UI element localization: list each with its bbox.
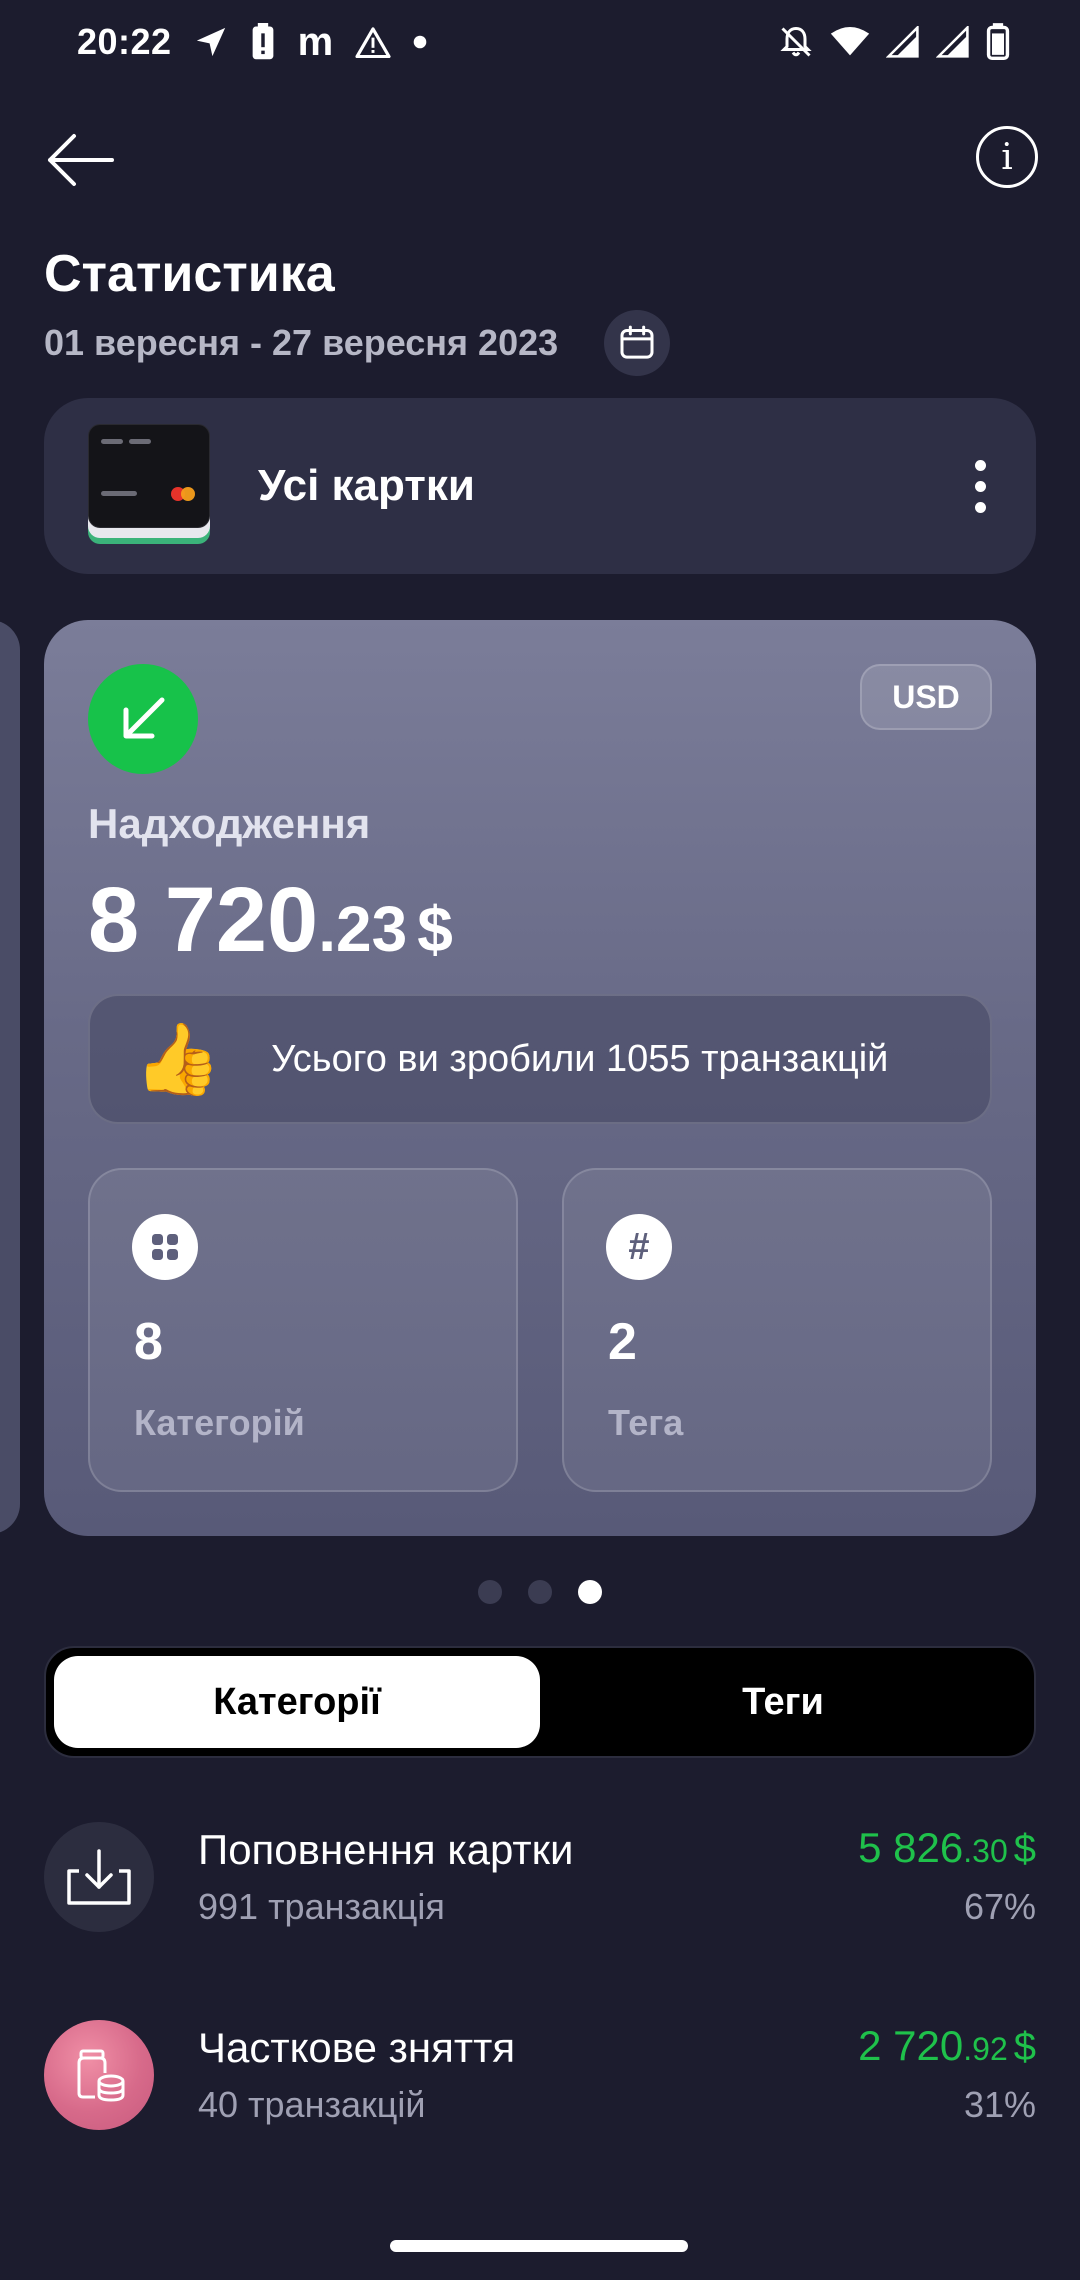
list-item-title: Поповнення картки (198, 1826, 574, 1873)
info-icon: i (1001, 136, 1013, 178)
pager-dot[interactable] (528, 1580, 552, 1604)
carousel-pager (0, 1580, 1080, 1604)
categories-label: Категорій (134, 1402, 305, 1443)
dot-icon (413, 35, 427, 49)
income-amount-decimal: .23 (318, 893, 408, 965)
list-item-amount-integer: 2 720 (858, 2022, 964, 2069)
pager-dot-active[interactable] (578, 1580, 602, 1604)
income-stat-card[interactable]: USD Надходження 8 720.23 $ 👍 Усього ви зр… (44, 620, 1036, 1536)
piggy-jar-icon (44, 2020, 154, 2130)
list-item-percent: 31% (963, 2084, 1036, 2125)
thumbs-up-icon: 👍 (134, 1020, 222, 1098)
hashtag-icon: # (606, 1214, 672, 1280)
pager-dot[interactable] (478, 1580, 502, 1604)
status-bar: 20:22 m (0, 0, 1080, 84)
currency-badge[interactable]: USD (860, 664, 992, 730)
back-button[interactable] (40, 120, 120, 200)
transactions-text: Усього ви зробили 1055 транзакцій (271, 1037, 889, 1080)
previous-stat-card[interactable] (0, 620, 20, 1534)
tab-tags[interactable]: Теги (540, 1656, 1026, 1748)
date-range: 01 вересня - 27 вересня 2023 (44, 322, 559, 363)
list-item[interactable]: Поповнення картки 991 транзакція 5 826.3… (44, 1822, 1036, 1934)
calendar-icon (620, 325, 654, 359)
battery-icon (986, 23, 1010, 61)
signal-icon (886, 26, 920, 58)
list-item-amount-currency: $ (1013, 1827, 1036, 1871)
info-button[interactable]: i (976, 126, 1038, 188)
m-icon: m (297, 19, 334, 64)
income-label: Надходження (88, 800, 371, 847)
list-item[interactable]: Часткове зняття 40 транзакцій 2 720.92 $ … (44, 2020, 1036, 2132)
income-amount-integer: 8 720 (88, 869, 319, 971)
tags-count: 2 (608, 1313, 637, 1371)
notifications-off-icon (778, 24, 814, 60)
home-indicator[interactable] (390, 2240, 688, 2252)
card-selector[interactable]: Усі картки (44, 398, 1036, 574)
wifi-icon (830, 26, 870, 58)
arrow-left-icon (48, 134, 114, 186)
list-item-amount-decimal: .30 (963, 1833, 1008, 1869)
list-item-subtitle: 40 транзакцій (198, 2084, 426, 2125)
list-item-subtitle: 991 транзакція (198, 1886, 445, 1927)
list-item-amount-decimal: .92 (963, 2031, 1008, 2067)
arrow-down-left-icon (88, 664, 198, 774)
hashtag-glyph: # (628, 1225, 650, 1268)
signal-icon (936, 26, 970, 58)
more-dot (974, 501, 986, 513)
list-item-amount: 2 720.92 $ (858, 2022, 1036, 2070)
more-dot (974, 480, 986, 492)
cards-stack-icon (88, 424, 212, 548)
grid-icon (132, 1214, 198, 1280)
list-item-amount-integer: 5 826 (858, 1824, 964, 1871)
more-options-button[interactable] (960, 446, 1000, 526)
calendar-button[interactable] (604, 310, 670, 376)
categories-count: 8 (134, 1313, 163, 1371)
category-tag-switch: Категорії Теги (44, 1646, 1036, 1758)
categories-summary-card[interactable]: 8 Категорій (88, 1168, 518, 1492)
income-amount-currency: $ (417, 893, 453, 965)
list-item-title: Часткове зняття (198, 2024, 516, 2071)
tab-categories[interactable]: Категорії (54, 1656, 540, 1748)
battery-alert-icon (250, 23, 276, 61)
income-amount: 8 720.23 $ (88, 868, 453, 973)
list-item-amount: 5 826.30 $ (858, 1824, 1036, 1872)
download-icon (44, 1822, 154, 1932)
send-icon (194, 25, 228, 59)
page-title: Статистика (44, 245, 335, 303)
warning-icon (355, 26, 391, 58)
tags-summary-card[interactable]: # 2 Тега (562, 1168, 992, 1492)
transactions-banner: 👍 Усього ви зробили 1055 транзакцій (88, 994, 992, 1124)
tags-label: Тега (608, 1402, 684, 1443)
list-item-amount-currency: $ (1013, 2025, 1036, 2069)
status-time: 20:22 (77, 21, 172, 62)
card-selector-label: Усі картки (258, 461, 475, 510)
list-item-percent: 67% (963, 1886, 1036, 1927)
more-dot (974, 459, 986, 471)
